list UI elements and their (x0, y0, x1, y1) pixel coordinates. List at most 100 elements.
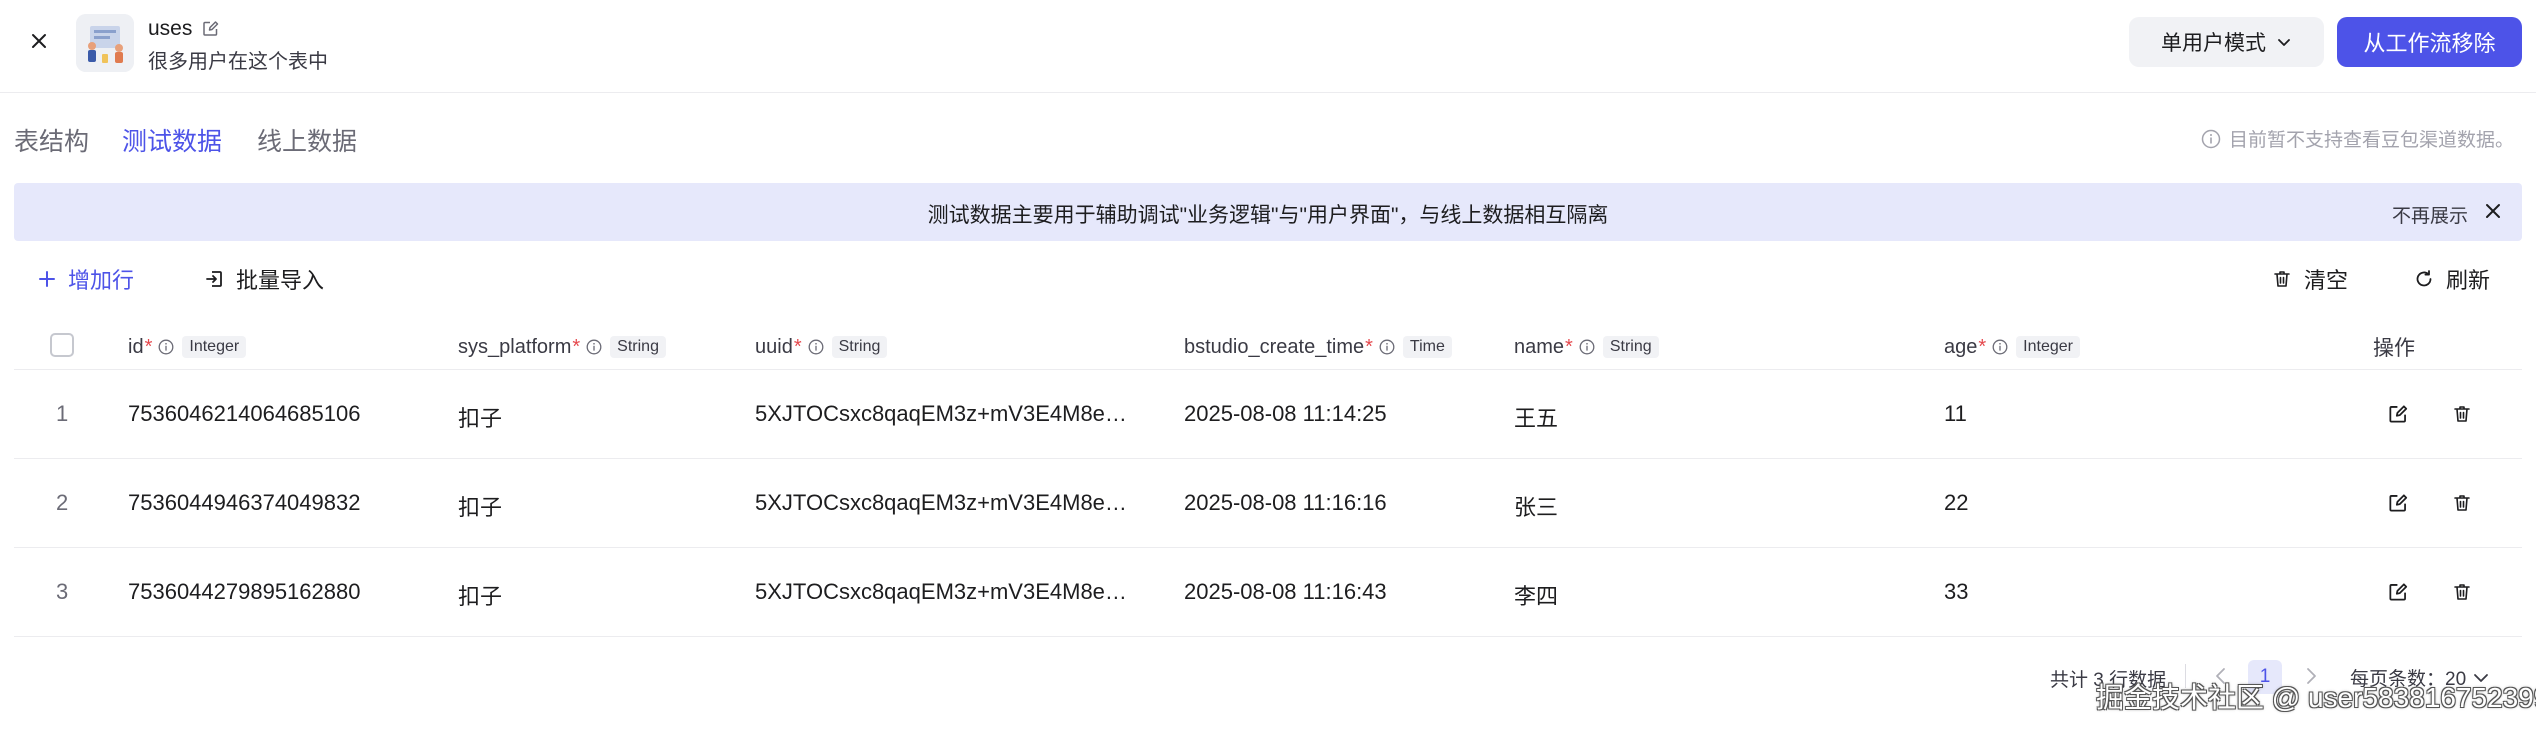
cell-age: 22 (1944, 490, 1969, 515)
cell-sys-platform: 扣子 (458, 495, 503, 520)
cell-uuid: 5XJTOCsxc8qaqEM3z+mV3E4M8e… (755, 401, 1127, 426)
info-icon[interactable] (1579, 339, 1595, 355)
trash-icon (2452, 582, 2472, 602)
required-mark: * (1978, 335, 1987, 358)
delete-row-button[interactable] (2446, 487, 2478, 519)
info-icon[interactable] (1992, 339, 2008, 355)
cell-id: 7536044946374049832 (128, 490, 361, 515)
banner-close-button[interactable] (2484, 202, 2502, 220)
trash-icon (2272, 269, 2292, 289)
app-avatar (76, 14, 134, 72)
header-divider (0, 92, 2536, 93)
type-badge: Time (1402, 336, 1452, 358)
refresh-button[interactable]: 刷新 (2414, 264, 2490, 294)
cell-uuid: 5XJTOCsxc8qaqEM3z+mV3E4M8e… (755, 490, 1127, 515)
info-icon[interactable] (586, 339, 602, 355)
watermark: 掘金技术社区 @ user5838167523996 (2096, 682, 2536, 713)
delete-row-button[interactable] (2446, 576, 2478, 608)
cell-create-time: 2025-08-08 11:16:16 (1184, 490, 1387, 515)
tab-online-data[interactable]: 线上数据 (257, 122, 357, 158)
required-mark: * (793, 335, 802, 358)
column-header-id: id * Integer (128, 333, 247, 361)
column-header-name: name * String (1514, 333, 1659, 361)
refresh-label: 刷新 (2446, 268, 2491, 293)
trash-icon (2452, 493, 2472, 513)
type-badge: String (831, 336, 888, 358)
column-header-uuid: uuid * String (755, 333, 888, 361)
bulk-import-button[interactable]: 批量导入 (204, 264, 324, 294)
edit-icon (202, 20, 219, 37)
info-banner: 测试数据主要用于辅助调试"业务逻辑"与"用户界面"，与线上数据相互隔离 不再展示 (14, 183, 2522, 241)
type-badge: Integer (2016, 336, 2080, 358)
tab-schema[interactable]: 表结构 (14, 122, 89, 158)
row-divider (14, 458, 2522, 459)
cell-name: 李四 (1514, 584, 1559, 609)
bulk-import-label: 批量导入 (236, 268, 325, 293)
trash-icon (2452, 404, 2472, 424)
row-divider (14, 369, 2522, 370)
edit-row-button[interactable] (2382, 576, 2414, 608)
column-name: name (1514, 335, 1565, 358)
edit-row-button[interactable] (2382, 487, 2414, 519)
cell-sys-platform: 扣子 (458, 406, 503, 431)
row-divider (14, 547, 2522, 548)
cell-age: 33 (1944, 579, 1969, 604)
cell-create-time: 2025-08-08 11:14:25 (1184, 401, 1387, 426)
cell-id: 7536046214064685106 (128, 401, 361, 426)
column-header-create-time: bstudio_create_time * Time (1184, 333, 1452, 361)
info-icon[interactable] (808, 339, 824, 355)
select-all-checkbox[interactable] (50, 333, 74, 357)
required-mark: * (572, 335, 581, 358)
column-header-actions: 操作 (2373, 337, 2415, 360)
row-index: 1 (56, 401, 69, 426)
type-badge: String (1602, 336, 1659, 358)
info-icon (2201, 129, 2221, 149)
required-mark: * (1565, 335, 1573, 358)
row-index: 2 (56, 490, 69, 515)
required-mark: * (1365, 335, 1373, 358)
add-row-button[interactable]: 增加行 (38, 264, 134, 294)
column-name: sys_platform (458, 335, 572, 358)
remove-from-workflow-button[interactable]: 从工作流移除 (2337, 17, 2522, 67)
column-header-age: age * Integer (1944, 333, 2080, 361)
plus-icon (38, 270, 56, 288)
cell-create-time: 2025-08-08 11:16:43 (1184, 579, 1387, 604)
cell-age: 11 (1944, 401, 1967, 426)
cell-name: 王五 (1514, 406, 1559, 431)
table-description: 很多用户在这个表中 (148, 51, 328, 73)
import-icon (204, 269, 224, 289)
clear-label: 清空 (2304, 268, 2349, 293)
type-badge: Integer (182, 336, 247, 358)
close-button[interactable] (24, 26, 54, 56)
tab-test-data[interactable]: 测试数据 (122, 122, 222, 158)
column-name: age (1944, 335, 1978, 358)
table-name: uses (148, 17, 193, 40)
edit-icon (2388, 404, 2408, 424)
info-icon[interactable] (158, 339, 174, 355)
mode-select[interactable]: 单用户模式 (2129, 17, 2324, 67)
notice: 目前暂不支持查看豆包渠道数据。 (2201, 125, 2514, 152)
column-name: uuid (755, 335, 793, 358)
info-icon[interactable] (1379, 339, 1395, 355)
cell-uuid: 5XJTOCsxc8qaqEM3z+mV3E4M8e… (755, 579, 1127, 604)
edit-icon (2388, 493, 2408, 513)
clear-button[interactable]: 清空 (2272, 264, 2348, 294)
type-badge: String (610, 336, 666, 358)
chevron-down-icon (2276, 34, 2292, 50)
cell-name: 张三 (1514, 495, 1559, 520)
edit-row-button[interactable] (2382, 398, 2414, 430)
column-name: bstudio_create_time (1184, 335, 1365, 358)
close-icon (30, 32, 48, 50)
required-mark: * (144, 335, 153, 358)
banner-dismiss-link[interactable]: 不再展示 (2392, 201, 2468, 228)
add-row-label: 增加行 (68, 268, 135, 293)
mode-label: 单用户模式 (2161, 32, 2266, 55)
close-icon (2484, 202, 2502, 220)
banner-text: 测试数据主要用于辅助调试"业务逻辑"与"用户界面"，与线上数据相互隔离 (927, 204, 1609, 227)
row-index: 3 (56, 579, 69, 604)
delete-row-button[interactable] (2446, 398, 2478, 430)
edit-icon (2388, 582, 2408, 602)
cell-sys-platform: 扣子 (458, 584, 503, 609)
refresh-icon (2414, 269, 2434, 289)
edit-name-button[interactable] (202, 20, 219, 37)
